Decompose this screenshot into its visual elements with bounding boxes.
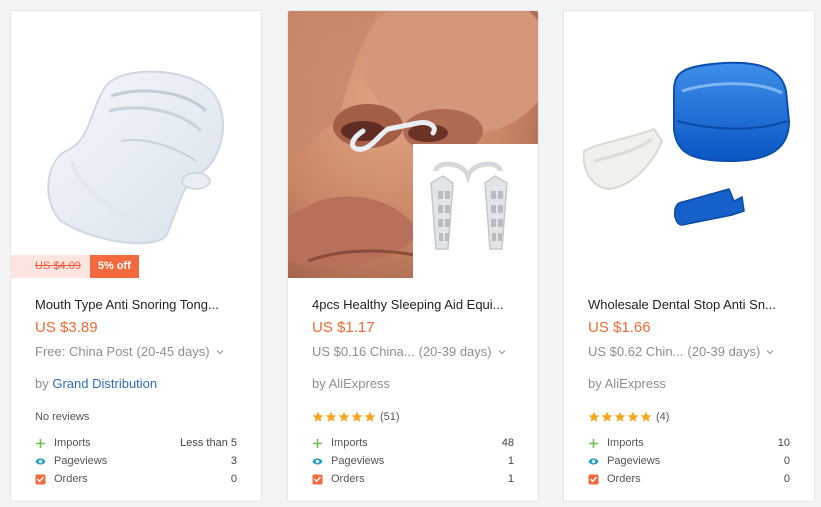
cart-icon bbox=[35, 474, 46, 485]
stat-value: 48 bbox=[501, 437, 514, 449]
reviews: No reviews bbox=[35, 409, 237, 425]
old-price: US $4.09 bbox=[11, 255, 90, 278]
stat-label: Imports bbox=[54, 437, 91, 449]
seller-line: by AliExpress bbox=[588, 374, 790, 393]
plus-icon bbox=[588, 438, 599, 449]
shipping-selector[interactable]: US $0.62 Chin... (20-39 days) bbox=[588, 342, 790, 361]
product-image[interactable]: US $4.09 5% off bbox=[11, 11, 261, 278]
stat-orders: Orders 0 bbox=[35, 470, 237, 488]
product-image[interactable] bbox=[564, 11, 814, 278]
discount-percent: 5% off bbox=[89, 255, 139, 278]
product-card[interactable]: 4pcs Healthy Sleeping Aid Equi... US $1.… bbox=[287, 10, 539, 502]
stat-value: 0 bbox=[783, 473, 790, 485]
reviews-count: (51) bbox=[380, 411, 400, 423]
stat-imports: Imports 48 bbox=[312, 434, 514, 452]
stat-label: Orders bbox=[607, 473, 641, 485]
product-title[interactable]: 4pcs Healthy Sleeping Aid Equi... bbox=[312, 296, 514, 314]
cart-icon bbox=[312, 474, 323, 485]
stat-label: Pageviews bbox=[54, 455, 108, 467]
stat-pageviews: Pageviews 0 bbox=[588, 452, 790, 470]
shipping-selector[interactable]: Free: China Post (20-45 days) bbox=[35, 342, 237, 361]
product-title[interactable]: Mouth Type Anti Snoring Tong... bbox=[35, 296, 237, 314]
star-icon bbox=[351, 411, 363, 422]
stat-value: 0 bbox=[783, 455, 790, 467]
seller-line: by AliExpress bbox=[312, 374, 514, 393]
eye-icon bbox=[35, 456, 46, 467]
by-label: by bbox=[312, 376, 326, 391]
star-icon bbox=[614, 411, 626, 422]
seller-name: AliExpress bbox=[604, 376, 667, 391]
chevron-down-icon bbox=[766, 349, 774, 354]
chevron-down-icon bbox=[216, 349, 223, 354]
reviews[interactable]: (4) bbox=[588, 409, 790, 425]
stat-value: 3 bbox=[230, 455, 237, 467]
star-icon bbox=[325, 411, 337, 422]
plus-icon bbox=[312, 438, 323, 449]
seller-name: AliExpress bbox=[328, 376, 391, 391]
chevron-down-icon bbox=[498, 349, 506, 354]
stat-label: Pageviews bbox=[331, 455, 385, 467]
star-icon bbox=[627, 411, 639, 422]
product-price: US $1.17 bbox=[312, 319, 375, 336]
product-card[interactable]: Wholesale Dental Stop Anti Sn... US $1.6… bbox=[563, 10, 815, 502]
shipping-days: (20-45 days) bbox=[136, 344, 210, 359]
star-icon bbox=[588, 411, 600, 422]
shipping-method: Free: China Post bbox=[35, 344, 133, 359]
shipping-days: (20-39 days) bbox=[687, 344, 761, 359]
stat-value: 1 bbox=[507, 455, 514, 467]
stat-label: Imports bbox=[331, 437, 368, 449]
stat-label: Pageviews bbox=[607, 455, 661, 467]
shipping-days: (20-39 days) bbox=[418, 344, 492, 359]
eye-icon bbox=[312, 456, 323, 467]
shipping-selector[interactable]: US $0.16 China... (20-39 days) bbox=[312, 342, 514, 361]
shipping-method: US $0.16 China... bbox=[312, 344, 415, 359]
stats-list: Imports 10 Pageviews 0 Orders 0 bbox=[588, 434, 790, 488]
stats-list: Imports 48 Pageviews 1 Orders 1 bbox=[312, 434, 514, 488]
stat-value: 0 bbox=[230, 473, 237, 485]
product-price: US $1.66 bbox=[588, 319, 651, 336]
reviews-count: (4) bbox=[656, 411, 670, 423]
stat-value: Less than 5 bbox=[180, 437, 237, 449]
product-card[interactable]: US $4.09 5% off Mouth Type Anti Snoring … bbox=[10, 10, 262, 502]
shipping-method: US $0.62 Chin... bbox=[588, 344, 684, 359]
reviews-text: No reviews bbox=[35, 411, 90, 423]
stat-orders: Orders 0 bbox=[588, 470, 790, 488]
star-icon bbox=[601, 411, 613, 422]
stat-imports: Imports Less than 5 bbox=[35, 434, 237, 452]
stat-label: Imports bbox=[607, 437, 644, 449]
stat-imports: Imports 10 bbox=[588, 434, 790, 452]
product-title[interactable]: Wholesale Dental Stop Anti Sn... bbox=[588, 296, 790, 314]
seller-link[interactable]: Grand Distribution bbox=[52, 376, 157, 391]
stat-pageviews: Pageviews 1 bbox=[312, 452, 514, 470]
reviews[interactable]: (51) bbox=[312, 409, 514, 425]
star-icon bbox=[338, 411, 350, 422]
eye-icon bbox=[588, 456, 599, 467]
product-price: US $3.89 bbox=[35, 319, 98, 336]
star-icon bbox=[312, 411, 324, 422]
stats-list: Imports Less than 5 Pageviews 3 Orders 0 bbox=[35, 434, 237, 488]
cart-icon bbox=[588, 474, 599, 485]
stat-orders: Orders 1 bbox=[312, 470, 514, 488]
seller-line: by Grand Distribution bbox=[35, 374, 237, 393]
star-icon bbox=[364, 411, 376, 422]
stat-label: Orders bbox=[331, 473, 365, 485]
product-image[interactable] bbox=[288, 11, 538, 278]
discount-badge: US $4.09 5% off bbox=[11, 255, 139, 278]
stat-label: Orders bbox=[54, 473, 88, 485]
star-icon bbox=[640, 411, 652, 422]
by-label: by bbox=[588, 376, 602, 391]
by-label: by bbox=[35, 376, 49, 391]
plus-icon bbox=[35, 438, 46, 449]
stat-value: 10 bbox=[777, 437, 790, 449]
rating-stars bbox=[312, 411, 376, 423]
stat-value: 1 bbox=[507, 473, 514, 485]
stat-pageviews: Pageviews 3 bbox=[35, 452, 237, 470]
rating-stars bbox=[588, 411, 652, 423]
